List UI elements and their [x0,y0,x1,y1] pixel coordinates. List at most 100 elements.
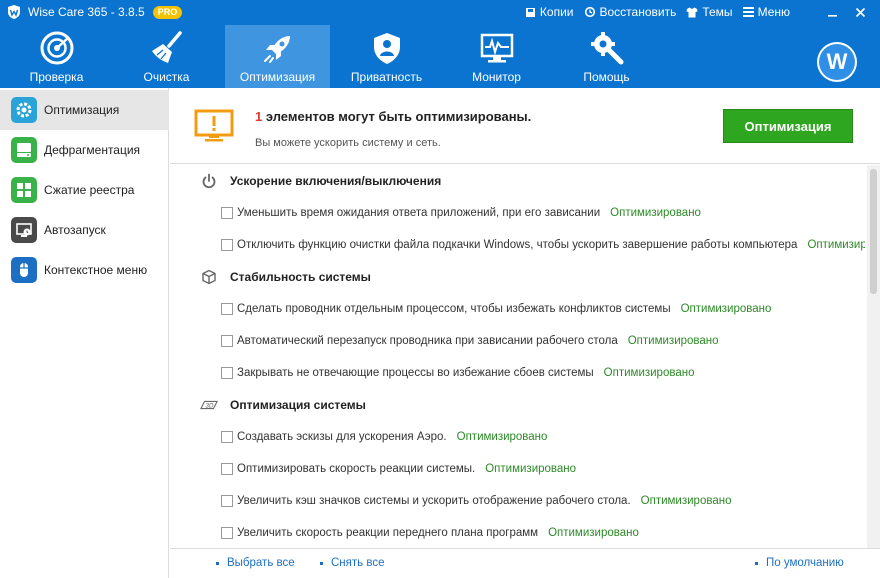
registry-icon [11,177,37,203]
option-row: Отключить функцию очистки файла подкачки… [221,235,865,255]
default-label: По умолчанию [766,557,844,569]
nav-tab-check[interactable]: Проверка [4,25,109,88]
option-row: Оптимизировать скорость реакции системы.… [221,459,576,479]
option-status: Оптимизировано [640,495,732,507]
option-checkbox[interactable] [221,463,233,475]
summary-title: 1 элементов могут быть оптимизированы. [255,109,531,124]
option-checkbox[interactable] [221,335,233,347]
nav-tab-clean[interactable]: Очистка [114,25,219,88]
menu-icon [742,7,754,17]
option-text: Оптимизировать скорость реакции системы. [237,463,476,475]
option-checkbox[interactable] [221,431,233,443]
option-status: Оптимизировано [485,463,577,475]
window-controls [816,0,872,24]
shirt-icon [686,7,698,17]
select-all-link[interactable]: Выбрать все [216,557,295,569]
svg-text:3D: 3D [205,403,214,410]
themes-button[interactable]: Темы [686,5,733,19]
nav-tab-optimize-label: Оптимизация [239,70,316,84]
section-stability: Стабильность системы [200,267,371,287]
option-text: Увеличить скорость реакции переднего пла… [237,527,539,539]
minimize-button[interactable] [820,2,844,22]
optimization-list: Ускорение включения/выключения Уменьшить… [170,165,865,548]
cube-icon [200,268,218,286]
optimization-summary: 1 элементов могут быть оптимизированы. В… [170,88,880,164]
nav-tab-help[interactable]: Помощь [554,25,659,88]
option-text: Создавать эскизы для ускорения Аэро. [237,431,447,443]
nav-tab-privacy-label: Приватность [350,70,423,84]
scrollbar-thumb[interactable] [870,169,877,294]
option-checkbox[interactable] [221,495,233,507]
sidebar-item-context-menu[interactable]: Контекстное меню [0,250,169,290]
nav-tab-privacy[interactable]: Приватность [334,25,439,88]
tools-icon [590,32,623,65]
section-system-optimization: 3D Оптимизация системы [200,395,366,415]
power-icon [200,172,218,190]
startup-icon [11,217,37,243]
3d-icon: 3D [200,396,218,414]
close-icon [855,7,865,17]
bullet [755,561,758,565]
option-checkbox[interactable] [221,207,233,219]
option-row: Закрывать не отвечающие процессы во избе… [221,363,694,383]
option-row: Автоматический перезапуск проводника при… [221,331,719,351]
option-checkbox[interactable] [221,239,233,251]
sidebar-item-optimization[interactable]: Оптимизация [0,90,169,130]
user-avatar[interactable]: W [817,42,857,82]
title-bar: Wise Care 365 - 3.8.5 PRO Копии Восстано… [0,0,880,24]
option-status: Оптимизировано [610,207,701,219]
backup-icon [525,7,535,17]
option-text: Сделать проводник отдельным процессом, ч… [237,303,671,315]
section-title: Оптимизация системы [230,398,366,412]
option-status: Оптимизировано [603,367,695,379]
option-status: Оптимизировано [456,431,548,443]
sidebar-item-defrag[interactable]: Дефрагментация [0,130,169,170]
option-text: Отключить функцию очистки файла подкачки… [237,239,798,251]
title-actions: Копии Восстановить Темы Меню [515,0,790,24]
default-link[interactable]: По умолчанию [755,557,844,569]
bullet [216,561,219,565]
option-text: Уменьшить время ожидания ответа приложен… [237,207,601,219]
deselect-all-label: Снять все [331,557,385,569]
option-row: Уменьшить время ожидания ответа приложен… [221,203,701,223]
nav-tab-monitor[interactable]: Монитор [444,25,549,88]
option-text: Закрывать не отвечающие процессы во избе… [237,367,594,379]
nav-tab-clean-label: Очистка [143,70,190,84]
sidebar: Оптимизация Дефрагментация Сжатие реестр… [0,88,169,578]
sidebar-item-label: Оптимизация [44,103,120,117]
backup-button[interactable]: Копии [525,5,574,19]
option-status: Оптимизиро... [807,239,865,251]
monitor-icon [480,33,513,63]
option-checkbox[interactable] [221,367,233,379]
gear-icon [11,97,37,123]
option-checkbox[interactable] [221,303,233,315]
backup-label: Копии [539,5,574,19]
section-boot-shutdown: Ускорение включения/выключения [200,171,441,191]
close-button[interactable] [848,2,872,22]
main-nav: Проверка Очистка Оптимизация Приватность [0,24,880,88]
broom-icon [151,31,182,63]
restore-button[interactable]: Восстановить [584,5,676,19]
themes-label: Темы [702,5,733,19]
nav-tab-optimize[interactable]: Оптимизация [225,25,330,88]
option-status: Оптимизировано [627,335,719,347]
option-checkbox[interactable] [221,527,233,539]
option-text: Увеличить кэш значков системы и ускорить… [237,495,631,507]
sidebar-item-label: Автозапуск [44,223,106,237]
sidebar-item-registry[interactable]: Сжатие реестра [0,170,169,210]
rocket-icon [263,36,290,63]
option-row: Создавать эскизы для ускорения Аэро. Опт… [221,427,547,447]
list-scrollbar[interactable] [867,165,880,548]
select-all-label: Выбрать все [227,557,295,569]
sidebar-item-label: Контекстное меню [44,263,148,277]
menu-button[interactable]: Меню [742,5,790,19]
bullet [320,561,323,565]
summary-title-text: элементов могут быть оптимизированы. [262,109,532,124]
disk-icon [11,137,37,163]
deselect-all-link[interactable]: Снять все [320,557,384,569]
optimize-button[interactable]: Оптимизация [723,109,853,143]
sidebar-item-startup[interactable]: Автозапуск [0,210,169,250]
app-logo-icon [8,5,20,19]
option-text: Автоматический перезапуск проводника при… [237,335,618,347]
option-row: Увеличить скорость реакции переднего пла… [221,523,639,543]
